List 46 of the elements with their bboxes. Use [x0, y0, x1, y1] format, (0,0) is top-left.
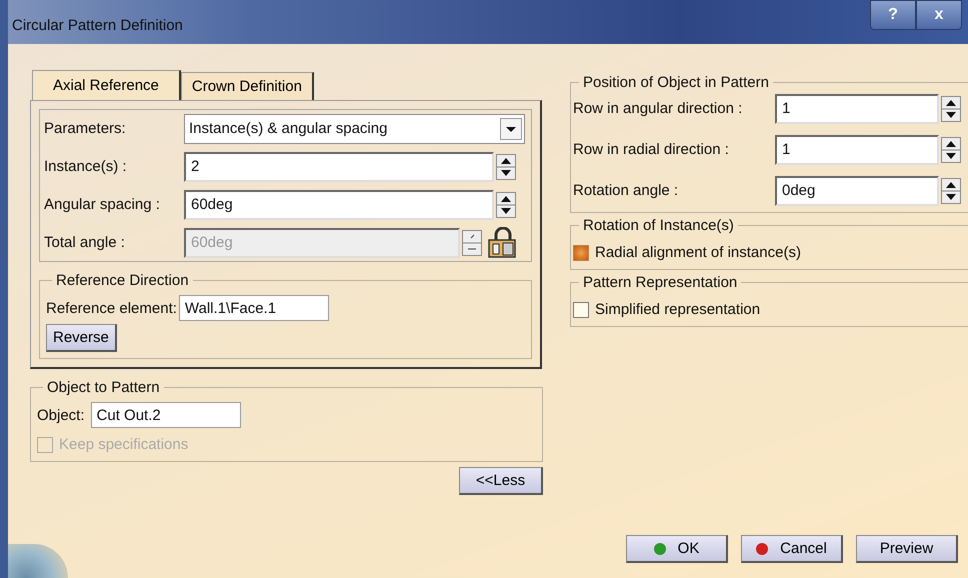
group-title: Object to Pattern: [46, 379, 161, 396]
checkbox-label: Radial alignment of instance(s): [595, 244, 801, 261]
tab[interactable]: Crown Definition: [180, 72, 314, 100]
spin-buttons-icon[interactable]: [941, 96, 961, 122]
padlock-icon[interactable]: [486, 226, 518, 258]
spin-buttons-icon[interactable]: [496, 192, 516, 218]
checkbox[interactable]: [573, 302, 589, 318]
field-label: Angular spacing :: [44, 196, 161, 213]
group-title: Position of Object in Pattern: [582, 74, 770, 91]
window-title: Circular Pattern Definition: [12, 16, 183, 34]
dialog-button[interactable]: Cancel: [741, 535, 843, 563]
reference-element-field[interactable]: Wall.1\Face.1: [178, 295, 329, 321]
spin-buttons-icon[interactable]: [941, 136, 961, 162]
less-button[interactable]: <<Less: [459, 467, 543, 495]
field-label: Parameters:: [44, 120, 127, 137]
number-field[interactable]: 0deg: [775, 176, 939, 206]
logo-drawing: [8, 544, 68, 578]
group-title: Rotation of Instance(s): [582, 217, 735, 234]
checkbox-label: Keep specifications: [59, 436, 188, 453]
field-label: Rotation angle :: [573, 182, 680, 199]
object-field[interactable]: Cut Out.2: [90, 402, 241, 428]
field-label: Row in radial direction :: [573, 141, 730, 158]
spin-buttons-icon[interactable]: [496, 154, 516, 180]
field-label: Row in angular direction :: [573, 100, 744, 117]
title-bar-button[interactable]: x: [916, 0, 962, 30]
field-label: Instance(s) :: [44, 158, 128, 175]
checkbox-label: Simplified representation: [595, 301, 760, 318]
spin-buttons-icon[interactable]: [462, 230, 482, 256]
number-field[interactable]: 1: [775, 94, 939, 124]
field-label: Object:: [37, 406, 85, 424]
dialog-button[interactable]: Preview: [856, 535, 958, 563]
group-title: Pattern Representation: [582, 274, 738, 291]
reverse-button[interactable]: Reverse: [46, 324, 117, 352]
checkbox[interactable]: [573, 244, 589, 260]
status-dot-icon: [654, 542, 666, 554]
group-title: Reference Direction: [55, 272, 190, 289]
tab[interactable]: Axial Reference: [32, 70, 181, 100]
parameters-dropdown[interactable]: Instance(s) & angular spacing: [184, 114, 525, 144]
field-label: Total angle :: [44, 234, 126, 251]
number-field[interactable]: 1: [775, 134, 939, 164]
status-dot-icon: [756, 542, 768, 554]
spin-buttons-icon[interactable]: [941, 178, 961, 204]
number-field[interactable]: 2: [184, 152, 494, 182]
field-label: Reference element:: [46, 300, 177, 316]
number-field[interactable]: 60deg: [184, 190, 494, 220]
dialog-button[interactable]: OK: [626, 535, 728, 563]
